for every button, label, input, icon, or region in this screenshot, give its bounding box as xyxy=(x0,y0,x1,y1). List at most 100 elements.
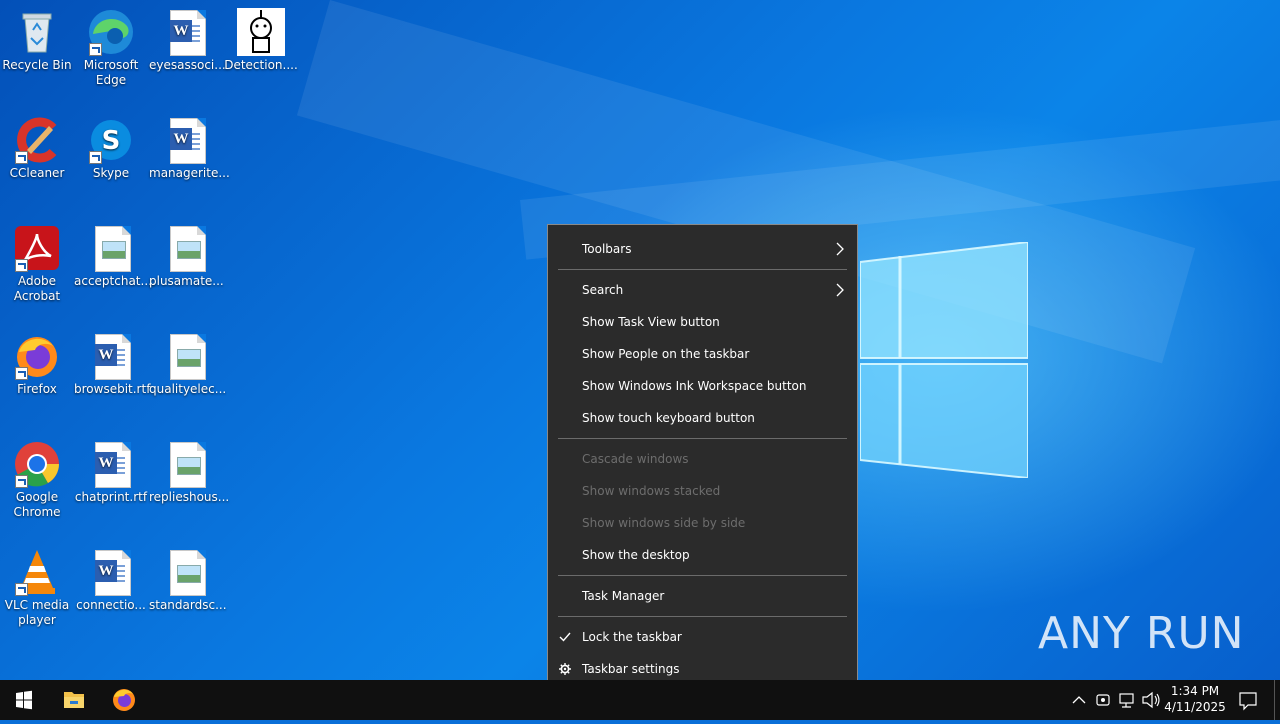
menu-item-show-desktop[interactable]: Show the desktop xyxy=(548,539,857,571)
word-doc-icon: W xyxy=(162,8,210,56)
firefox-icon xyxy=(13,332,61,380)
menu-item-label: Lock the taskbar xyxy=(582,630,682,644)
desktop-icon-label: CCleaner xyxy=(9,166,65,180)
desktop-icon-label: standardsc... xyxy=(149,598,227,612)
desktop-icon-standardsc[interactable]: standardsc... xyxy=(149,548,227,613)
checkmark-icon xyxy=(559,632,571,642)
menu-item-toolbars[interactable]: Toolbars xyxy=(548,233,857,265)
chevron-right-icon xyxy=(836,283,844,297)
menu-item-label: Toolbars xyxy=(582,242,632,256)
desktop-icon-label: plusamate... xyxy=(149,274,224,288)
menu-item-show-touch-keyboard[interactable]: Show touch keyboard button xyxy=(548,402,857,434)
image-file-icon xyxy=(162,548,210,596)
desktop-icon-microsoft-edge[interactable]: Microsoft Edge xyxy=(74,8,148,88)
acrobat-icon xyxy=(13,224,61,272)
image-file-icon xyxy=(162,224,210,272)
desktop-icon-label: browsebit.rtf xyxy=(74,382,151,396)
desktop-icon-label: qualityelec... xyxy=(149,382,227,396)
desktop-icon-label: VLC media player xyxy=(4,598,70,627)
desktop-icon-skype[interactable]: S Skype xyxy=(74,116,148,181)
menu-item-label: Show the desktop xyxy=(582,548,690,562)
menu-item-label: Search xyxy=(582,283,624,297)
word-doc-icon: W xyxy=(87,332,135,380)
desktop-icon-firefox[interactable]: Firefox xyxy=(0,332,74,397)
desktop-icon-ccleaner[interactable]: CCleaner xyxy=(0,116,74,181)
menu-item-search[interactable]: Search xyxy=(548,274,857,306)
menu-item-cascade-windows: Cascade windows xyxy=(548,443,857,475)
word-doc-icon: W xyxy=(162,116,210,164)
desktop-icon-google-chrome[interactable]: Google Chrome xyxy=(0,440,74,520)
desktop-icon-label: Google Chrome xyxy=(13,490,61,519)
desktop-icon-acceptchat[interactable]: acceptchat.... xyxy=(74,224,156,289)
taskbar-firefox[interactable] xyxy=(100,680,148,720)
start-button[interactable] xyxy=(0,680,48,720)
image-file-icon xyxy=(162,440,210,488)
firefox-icon xyxy=(113,689,135,711)
menu-item-show-task-view[interactable]: Show Task View button xyxy=(548,306,857,338)
taskbar: 1:34 PM 4/11/2025 xyxy=(0,680,1280,720)
windows-logo-wallpaper xyxy=(860,242,1028,478)
network-icon[interactable] xyxy=(1116,680,1138,720)
desktop-icon-replieshous[interactable]: replieshous... xyxy=(149,440,230,505)
desktop-icon-chatprint[interactable]: W chatprint.rtf xyxy=(74,440,148,505)
menu-separator xyxy=(558,575,847,576)
desktop-icon-eyesassoci[interactable]: W eyesassoci... xyxy=(149,8,226,73)
edge-icon xyxy=(87,8,135,56)
desktop-icon-label: chatprint.rtf xyxy=(74,490,148,504)
menu-item-label: Show Task View button xyxy=(582,315,720,329)
desktop-icon-qualityelec[interactable]: qualityelec... xyxy=(149,332,227,397)
desktop-icon-label: managerite... xyxy=(149,166,230,180)
ccleaner-icon xyxy=(13,116,61,164)
desktop-icon-label: eyesassoci... xyxy=(149,58,226,72)
desktop-icon-plusamate[interactable]: plusamate... xyxy=(149,224,224,289)
menu-item-show-ink-workspace[interactable]: Show Windows Ink Workspace button xyxy=(548,370,857,402)
menu-separator xyxy=(558,438,847,439)
skype-icon: S xyxy=(87,116,135,164)
system-clock[interactable]: 1:34 PM 4/11/2025 xyxy=(1158,683,1232,715)
menu-item-label: Show Windows Ink Workspace button xyxy=(582,379,807,393)
desktop-icon-label: Skype xyxy=(92,166,130,180)
gear-icon xyxy=(559,663,571,675)
image-file-icon xyxy=(162,332,210,380)
desktop-icon-label: replieshous... xyxy=(149,490,230,504)
desktop-icon-connectio[interactable]: W connectio... xyxy=(74,548,148,613)
image-file-icon xyxy=(237,8,285,56)
clock-date: 4/11/2025 xyxy=(1164,700,1226,714)
menu-item-label: Show touch keyboard button xyxy=(582,411,755,425)
anyrun-watermark: ANY RUN xyxy=(1038,608,1245,659)
recycle-bin-icon xyxy=(13,8,61,56)
desktop-icon-label: Recycle Bin xyxy=(2,58,72,72)
menu-item-show-people[interactable]: Show People on the taskbar xyxy=(548,338,857,370)
chevron-right-icon xyxy=(836,242,844,256)
menu-item-label: Show windows stacked xyxy=(582,484,721,498)
desktop-icon-adobe-acrobat[interactable]: Adobe Acrobat xyxy=(0,224,74,304)
vlc-icon xyxy=(13,548,61,596)
desktop-icon-label: connectio... xyxy=(76,598,146,612)
desktop-icon-managerite[interactable]: W managerite... xyxy=(149,116,230,181)
menu-item-lock-taskbar[interactable]: Lock the taskbar xyxy=(548,621,857,653)
taskbar-context-menu: Toolbars Search Show Task View button Sh… xyxy=(547,224,858,692)
menu-item-label: Cascade windows xyxy=(582,452,689,466)
chrome-icon xyxy=(13,440,61,488)
word-doc-icon: W xyxy=(87,548,135,596)
taskbar-file-explorer[interactable] xyxy=(50,680,98,720)
chevron-up-icon[interactable] xyxy=(1068,680,1090,720)
menu-item-label: Task Manager xyxy=(582,589,665,603)
desktop-icon-vlc[interactable]: VLC media player xyxy=(0,548,74,628)
meet-now-icon[interactable] xyxy=(1092,680,1114,720)
menu-item-windows-side-by-side: Show windows side by side xyxy=(548,507,857,539)
windows-start-icon xyxy=(16,690,32,710)
image-file-icon xyxy=(87,224,135,272)
desktop-icon-browsebit[interactable]: W browsebit.rtf xyxy=(74,332,151,397)
clock-time: 1:34 PM xyxy=(1170,684,1220,698)
action-center-icon[interactable] xyxy=(1236,680,1260,720)
show-desktop-strip[interactable] xyxy=(1274,680,1280,720)
desktop-icon-label: Firefox xyxy=(17,382,57,396)
desktop-icon-label: Microsoft Edge xyxy=(83,58,139,87)
desktop-icon-label: acceptchat.... xyxy=(74,274,156,288)
desktop-icon-recycle-bin[interactable]: Recycle Bin xyxy=(0,8,74,73)
menu-item-windows-stacked: Show windows stacked xyxy=(548,475,857,507)
menu-item-task-manager[interactable]: Task Manager xyxy=(548,580,857,612)
desktop-icon-detection[interactable]: Detection.... xyxy=(224,8,298,73)
word-doc-icon: W xyxy=(87,440,135,488)
